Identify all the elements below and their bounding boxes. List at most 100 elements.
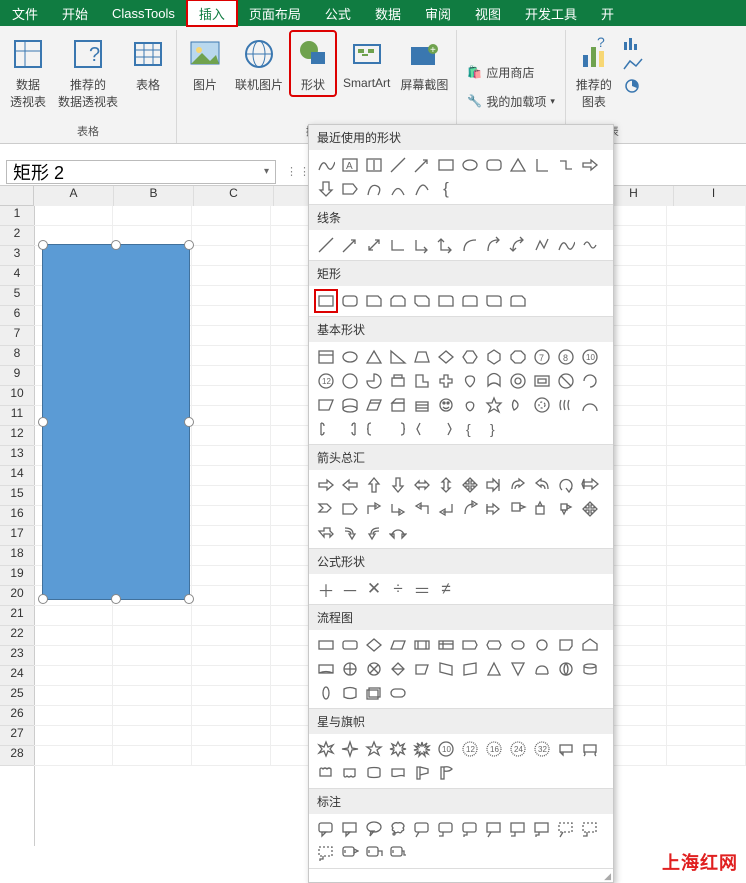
- resize-handle-w[interactable]: [38, 417, 48, 427]
- shape-arrow-22-icon[interactable]: [555, 498, 577, 520]
- shape-flow-19-icon[interactable]: [483, 658, 505, 680]
- shape-callout-8-icon[interactable]: [507, 818, 529, 840]
- app-store-button[interactable]: 🛍️ 应用商店: [467, 62, 555, 83]
- cell[interactable]: [667, 466, 746, 486]
- shape-elbow-arrow-icon[interactable]: [411, 234, 433, 256]
- row-head[interactable]: 12: [0, 426, 34, 446]
- shape-arrow-25-icon[interactable]: [339, 522, 361, 544]
- shape-flow-6-icon[interactable]: [459, 634, 481, 656]
- row-head[interactable]: 10: [0, 386, 34, 406]
- shape-basic-43-icon[interactable]: }: [483, 418, 505, 440]
- shape-star-9-icon[interactable]: 32: [531, 738, 553, 760]
- cell[interactable]: [192, 646, 271, 666]
- shape-flow-26-icon[interactable]: [363, 682, 385, 704]
- shape-basic-15-icon[interactable]: [387, 370, 409, 392]
- shape-oval-icon[interactable]: [459, 154, 481, 176]
- cell[interactable]: [667, 306, 746, 326]
- shape-scribble2-icon[interactable]: [579, 234, 601, 256]
- row-head[interactable]: 18: [0, 546, 34, 566]
- shape-arrow-7-icon[interactable]: [483, 474, 505, 496]
- shape-arrow-21-icon[interactable]: [531, 498, 553, 520]
- shape-round1-icon[interactable]: [435, 290, 457, 312]
- shape-flow-20-icon[interactable]: [507, 658, 529, 680]
- cell[interactable]: [34, 706, 113, 726]
- shape-arrow-12-icon[interactable]: [315, 498, 337, 520]
- cell[interactable]: [34, 746, 113, 766]
- smartart-button[interactable]: SmartArt: [341, 32, 392, 92]
- shape-elbow-double-arrow-icon[interactable]: [435, 234, 457, 256]
- cell[interactable]: [667, 446, 746, 466]
- cell[interactable]: [34, 626, 113, 646]
- shape-textbox-icon[interactable]: A: [339, 154, 361, 176]
- shape-basic-12-icon[interactable]: 12: [315, 370, 337, 392]
- menu-data[interactable]: 数据: [363, 0, 413, 26]
- resize-handle-sw[interactable]: [38, 594, 48, 604]
- shape-scribble-icon[interactable]: [555, 234, 577, 256]
- shape-connector-icon[interactable]: [555, 154, 577, 176]
- shape-flow-13-icon[interactable]: [339, 658, 361, 680]
- chart-mini-icon-3[interactable]: [622, 78, 644, 97]
- shape-basic-2-icon[interactable]: [363, 346, 385, 368]
- cell[interactable]: [667, 746, 746, 766]
- shape-basic-22-icon[interactable]: [555, 370, 577, 392]
- resize-handle-n[interactable]: [111, 240, 121, 250]
- row-head[interactable]: 1: [0, 206, 34, 226]
- row-head[interactable]: 4: [0, 266, 34, 286]
- cell[interactable]: [34, 666, 113, 686]
- shape-freeform-line-icon[interactable]: [531, 234, 553, 256]
- cell[interactable]: [192, 746, 271, 766]
- row-head[interactable]: 5: [0, 286, 34, 306]
- row-head[interactable]: 21: [0, 606, 34, 626]
- shape-basic-3-icon[interactable]: [387, 346, 409, 368]
- shape-star-10-icon[interactable]: [555, 738, 577, 760]
- cell[interactable]: [667, 386, 746, 406]
- shape-plus-icon[interactable]: ＋: [315, 578, 337, 600]
- shape-callout-2-icon[interactable]: [363, 818, 385, 840]
- shape-arrow-line-icon[interactable]: [339, 234, 361, 256]
- shape-textbox-v-icon[interactable]: [363, 154, 385, 176]
- col-head[interactable]: B: [114, 186, 194, 206]
- shape-basic-36-icon[interactable]: [315, 418, 337, 440]
- shape-basic-31-icon[interactable]: [483, 394, 505, 416]
- row-head[interactable]: 26: [0, 706, 34, 726]
- shape-basic-38-icon[interactable]: [363, 418, 385, 440]
- shape-arc-icon[interactable]: [387, 178, 409, 200]
- cell[interactable]: [192, 366, 271, 386]
- cell[interactable]: [192, 506, 271, 526]
- cell[interactable]: [667, 486, 746, 506]
- cell[interactable]: [192, 326, 271, 346]
- shape-line-icon[interactable]: [387, 154, 409, 176]
- cell[interactable]: [667, 606, 746, 626]
- shape-arrow-6-icon[interactable]: [459, 474, 481, 496]
- shape-arrow-24-icon[interactable]: [315, 522, 337, 544]
- row-head[interactable]: 14: [0, 466, 34, 486]
- picture-button[interactable]: 图片: [183, 32, 227, 95]
- shape-arrow-9-icon[interactable]: [531, 474, 553, 496]
- cell[interactable]: [192, 706, 271, 726]
- shape-basic-17-icon[interactable]: [435, 370, 457, 392]
- shape-basic-30-icon[interactable]: [459, 394, 481, 416]
- row-head[interactable]: 28: [0, 746, 34, 766]
- shape-arrow-13-icon[interactable]: [339, 498, 361, 520]
- shape-basic-11-icon[interactable]: 10: [579, 346, 601, 368]
- shape-brace-left-icon[interactable]: {: [435, 178, 457, 200]
- shape-flow-9-icon[interactable]: [531, 634, 553, 656]
- shape-arrow-11-icon[interactable]: [579, 474, 601, 496]
- cell[interactable]: [192, 426, 271, 446]
- shape-basic-20-icon[interactable]: [507, 370, 529, 392]
- shape-flow-15-icon[interactable]: [387, 658, 409, 680]
- cell[interactable]: [667, 366, 746, 386]
- shape-star-1-icon[interactable]: [339, 738, 361, 760]
- shape-star-4-icon[interactable]: [411, 738, 433, 760]
- cell[interactable]: [113, 746, 192, 766]
- shape-scribble-icon[interactable]: [315, 154, 337, 176]
- shape-curve-conn-icon[interactable]: [459, 234, 481, 256]
- shape-flow-27-icon[interactable]: [387, 682, 409, 704]
- shape-flow-10-icon[interactable]: [555, 634, 577, 656]
- row-head[interactable]: 22: [0, 626, 34, 646]
- cell[interactable]: [113, 646, 192, 666]
- shape-callout-13-icon[interactable]: [339, 842, 361, 864]
- shape-basic-6-icon[interactable]: [459, 346, 481, 368]
- shape-flow-17-icon[interactable]: [435, 658, 457, 680]
- shape-arrow-4-icon[interactable]: [411, 474, 433, 496]
